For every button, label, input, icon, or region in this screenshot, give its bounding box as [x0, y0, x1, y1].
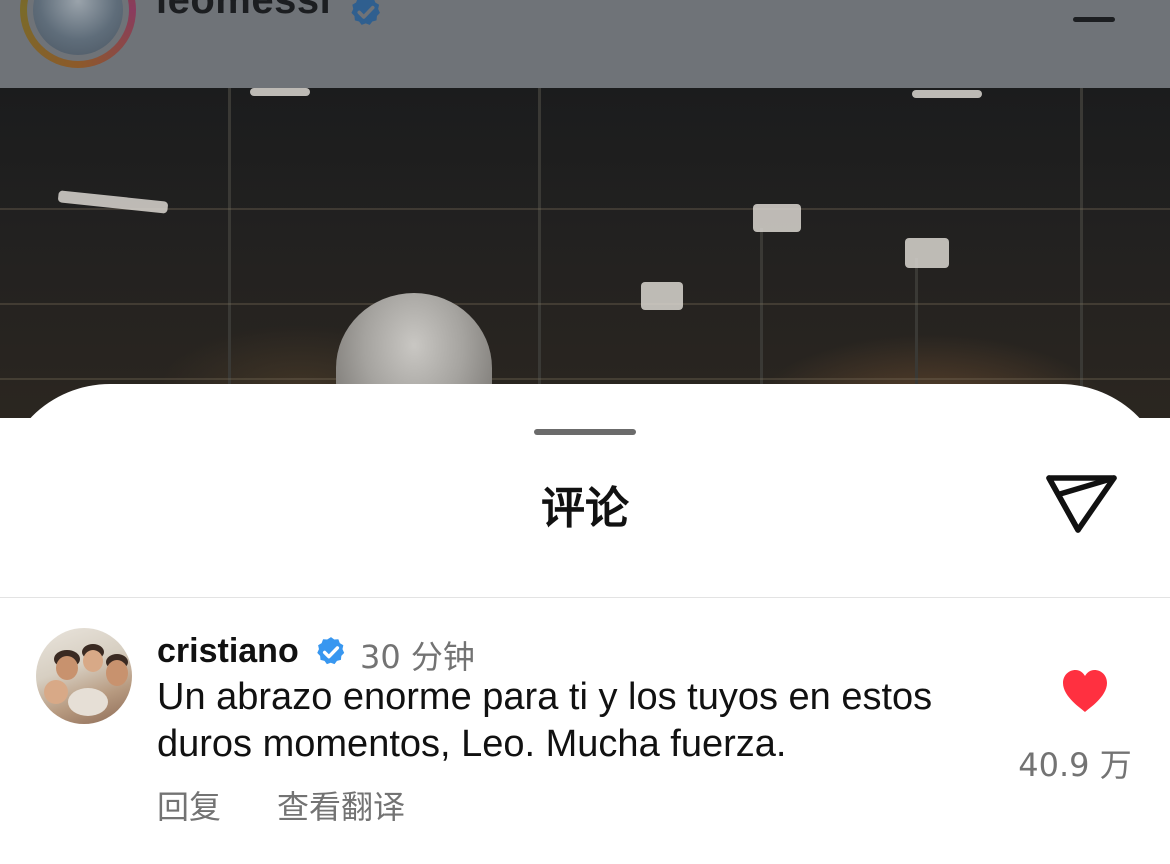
verified-badge-icon: [317, 637, 345, 665]
see-translation-button[interactable]: 查看翻译: [277, 782, 405, 828]
post-header: leomessi: [0, 0, 1170, 88]
post-image: [0, 88, 1170, 418]
send-icon[interactable]: [1044, 468, 1120, 536]
reply-button[interactable]: 回复: [157, 782, 221, 828]
comment-text: Un abrazo enorme para ti y los tuyos en …: [157, 676, 933, 765]
comments-sheet: 评论 cristiano 30 分钟 Un abrazo enorme para…: [0, 384, 1170, 864]
verified-badge-icon: [351, 0, 380, 25]
comment-item: cristiano 30 分钟 Un abrazo enorme para ti…: [0, 598, 1170, 864]
commenter-avatar[interactable]: [36, 628, 132, 724]
commenter-username[interactable]: cristiano: [157, 632, 299, 671]
hamburger-menu-icon[interactable]: [1073, 17, 1115, 22]
drag-handle[interactable]: [534, 429, 636, 435]
heart-icon[interactable]: [1060, 668, 1110, 714]
post-author-avatar[interactable]: [20, 0, 136, 68]
comment-timestamp: 30 分钟: [360, 638, 475, 676]
post-author-username[interactable]: leomessi: [156, 0, 331, 23]
sheet-title: 评论: [541, 483, 629, 534]
like-count: 40.9 万: [1018, 746, 1132, 784]
